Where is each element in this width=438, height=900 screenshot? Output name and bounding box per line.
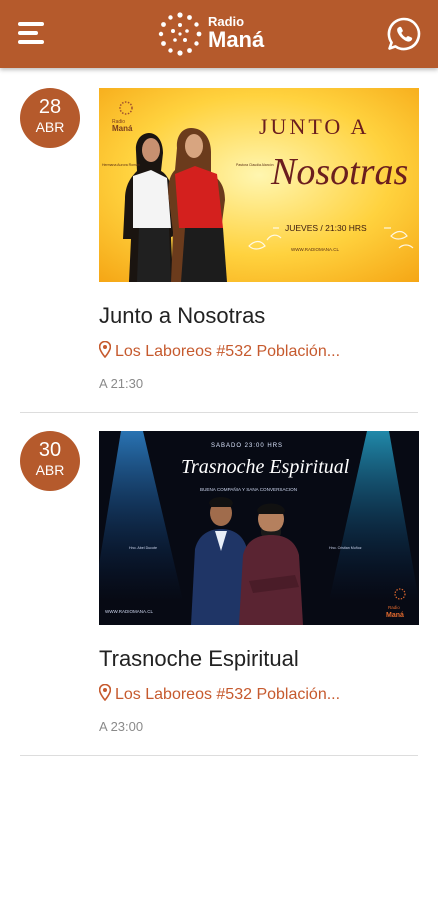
- date-badge: 28 ABR: [20, 88, 80, 148]
- poster-schedule: JUEVES / 21:30 HRS: [285, 223, 367, 233]
- poster-host-right: Pastora Claudia Alarcón: [236, 163, 274, 167]
- poster-tagline: BUENA COMPAÑIA Y SANA CONVERSACION: [200, 486, 297, 492]
- date-day: 30: [38, 439, 62, 461]
- poster-website: WWW.RADIOMANA.CL: [291, 247, 339, 252]
- event-location[interactable]: Los Laboreos #532 Población...: [98, 340, 341, 361]
- event-time: A 21:30: [99, 376, 144, 391]
- poster-headline-top: JUNTO A: [259, 114, 369, 139]
- poster-art: SABADO 23:00 HRS Trasnoche Espiritual BU…: [99, 431, 419, 625]
- date-day: 28: [38, 96, 62, 118]
- event-location-text: Los Laboreos #532 Población...: [115, 686, 341, 703]
- event-poster-image[interactable]: SABADO 23:00 HRS Trasnoche Espiritual BU…: [99, 431, 419, 625]
- event-card[interactable]: 28 ABR Radio Maná Hermana Aurora Román P…: [0, 0, 438, 420]
- poster-headline-script: Trasnoche Espiritual: [181, 456, 350, 478]
- date-month: ABR: [35, 462, 65, 478]
- event-title: Junto a Nosotras: [99, 303, 266, 328]
- location-pin-icon: [98, 340, 112, 359]
- poster-host-left: Hermana Aurora Román: [102, 163, 140, 167]
- event-card[interactable]: 30 ABR SABADO 23:00 HRS Trasnoche Espiri…: [0, 420, 438, 760]
- poster-brand-radio: Radio: [388, 605, 400, 610]
- date-month: ABR: [35, 119, 65, 135]
- date-badge: 30 ABR: [20, 431, 80, 491]
- poster-schedule: SABADO 23:00 HRS: [211, 443, 283, 449]
- poster-headline-script: Nosotras: [270, 151, 408, 193]
- event-time: A 23:00: [99, 719, 144, 734]
- poster-brand-mana: Maná: [386, 612, 404, 619]
- event-title: Trasnoche Espiritual: [99, 646, 299, 671]
- location-pin-icon: [98, 683, 112, 702]
- poster-art: Radio Maná Hermana Aurora Román Pastora …: [99, 88, 419, 282]
- divider: [20, 755, 418, 756]
- poster-host-left: Hno. Abel Ducote: [129, 546, 157, 550]
- event-location-text: Los Laboreos #532 Población...: [115, 343, 341, 360]
- poster-host-right: Hno. Cristian Muñoz: [329, 546, 362, 550]
- event-location[interactable]: Los Laboreos #532 Población...: [98, 683, 341, 704]
- poster-brand-mana: Maná: [112, 124, 133, 133]
- divider: [20, 412, 418, 413]
- poster-website: WWW.RADIOMANA.CL: [105, 609, 153, 614]
- event-poster-image[interactable]: Radio Maná Hermana Aurora Román Pastora …: [99, 88, 419, 282]
